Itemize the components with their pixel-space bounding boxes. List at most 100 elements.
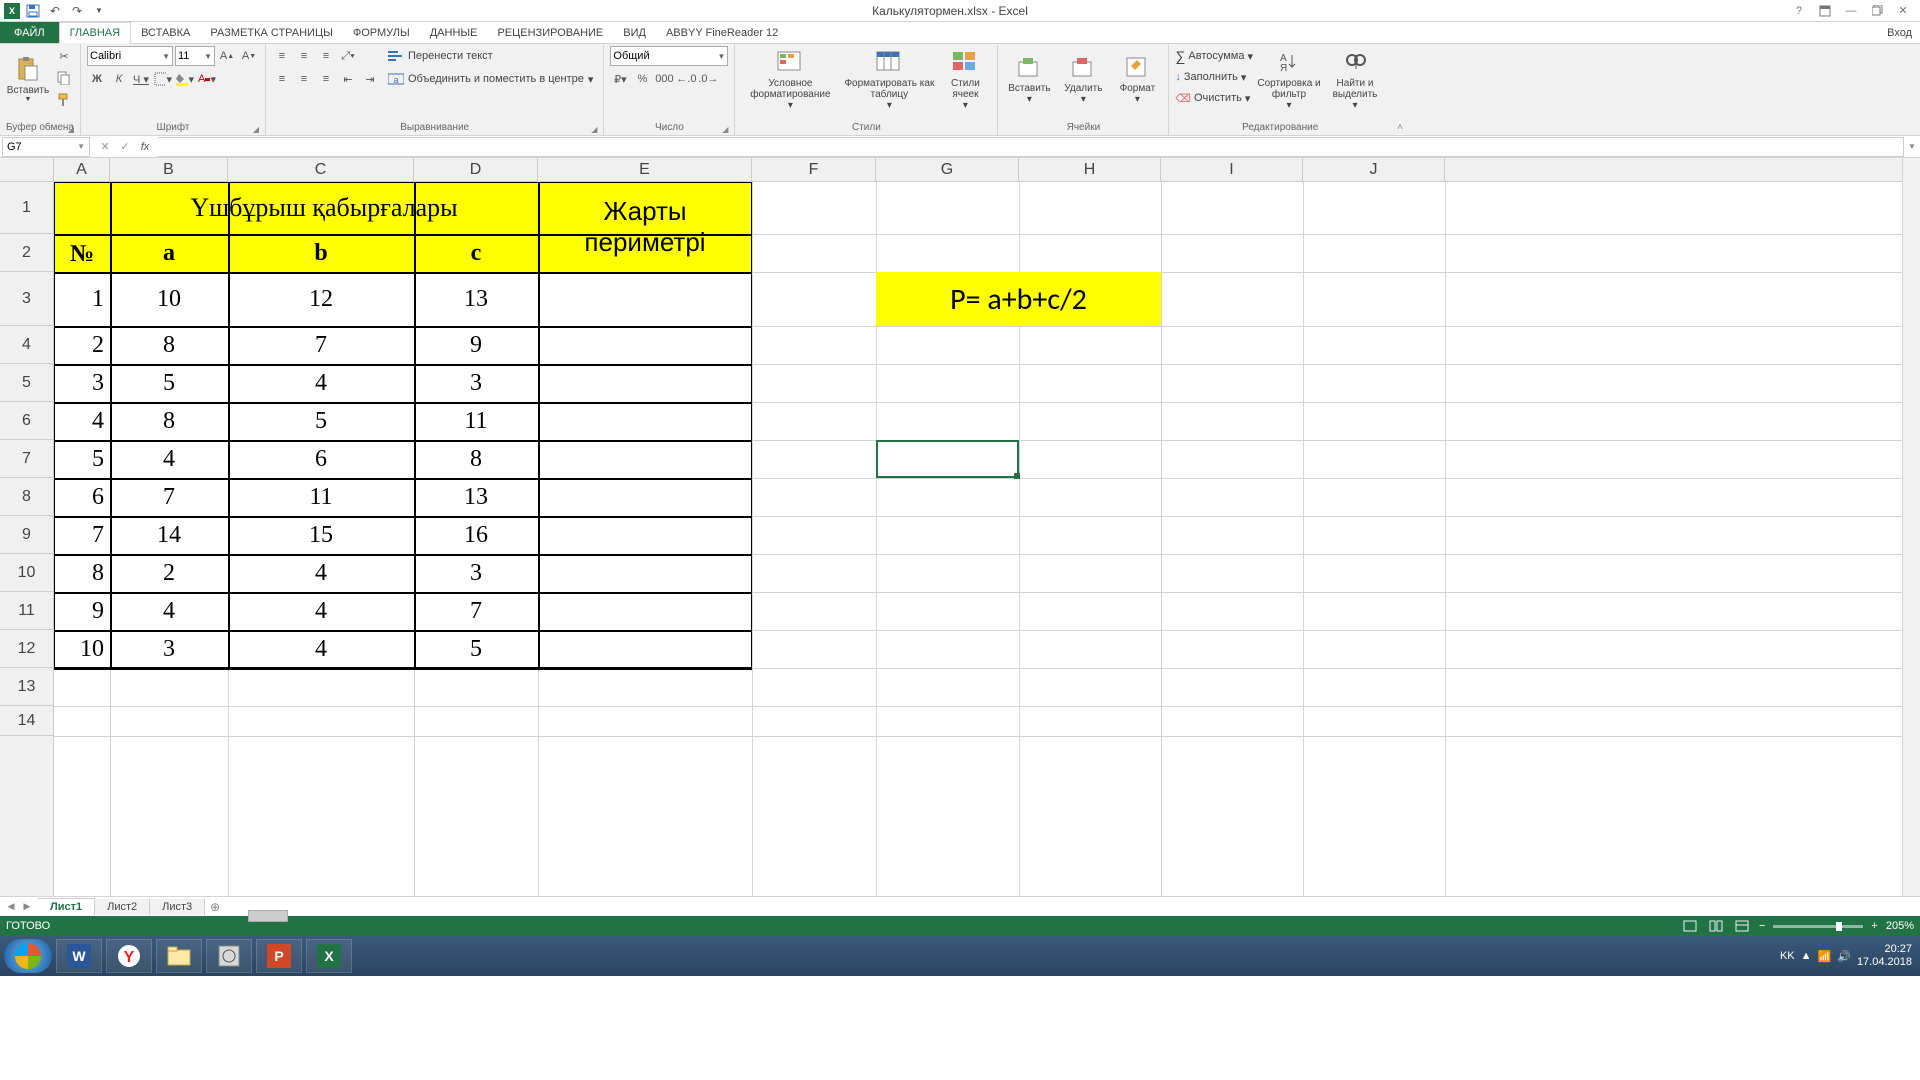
view-page-layout-icon[interactable]	[1707, 919, 1725, 933]
cell[interactable]: 11	[228, 478, 414, 516]
tray-network-icon[interactable]: 📶	[1818, 950, 1832, 963]
cell[interactable]: 4	[110, 440, 228, 478]
sheet-nav-next-icon[interactable]: ▶	[20, 900, 34, 914]
cell[interactable]: 2	[54, 326, 110, 364]
cell[interactable]: c	[414, 234, 538, 272]
zoom-slider[interactable]	[1773, 925, 1863, 928]
tray-lang[interactable]: KK	[1780, 950, 1795, 962]
cells-area[interactable]: №Үшбұрыш қабырғаларыЖартыпериметріabc110…	[54, 182, 1902, 896]
cell[interactable]: 8	[110, 402, 228, 440]
column-header[interactable]: E	[538, 158, 752, 181]
ribbon-options-icon[interactable]	[1814, 2, 1836, 20]
zoom-in-icon[interactable]: +	[1871, 920, 1877, 932]
format-cells-button[interactable]: Формат▾	[1112, 46, 1162, 112]
paste-button[interactable]: Вставить ▼	[6, 46, 50, 112]
expand-formula-bar-icon[interactable]: ▼	[1904, 142, 1920, 151]
vertical-scrollbar[interactable]	[1902, 158, 1920, 896]
tab-file[interactable]: ФАЙЛ	[0, 22, 59, 43]
save-icon[interactable]	[24, 2, 42, 20]
launcher-icon[interactable]: ◢	[68, 125, 74, 134]
cell[interactable]: 12	[228, 272, 414, 326]
cell[interactable]: 7	[414, 592, 538, 630]
row-header[interactable]: 8	[0, 478, 53, 516]
tray-volume-icon[interactable]: 🔊	[1837, 950, 1851, 963]
sheet-tab[interactable]: Лист3	[150, 899, 205, 915]
sign-in-link[interactable]: Вход	[1879, 22, 1920, 43]
cell[interactable]: 1	[54, 272, 110, 326]
undo-icon[interactable]: ↶	[46, 2, 64, 20]
formula-input[interactable]	[158, 137, 1904, 157]
cell[interactable]: 4	[228, 630, 414, 668]
name-box[interactable]: G7▼	[2, 137, 90, 157]
redo-icon[interactable]: ↷	[68, 2, 86, 20]
taskbar-explorer-icon[interactable]	[156, 939, 202, 973]
column-header[interactable]: H	[1019, 158, 1161, 181]
tab-review[interactable]: РЕЦЕНЗИРОВАНИЕ	[487, 22, 613, 43]
row-header[interactable]: 2	[0, 234, 53, 272]
format-painter-icon[interactable]	[54, 90, 74, 110]
align-top-icon[interactable]: ≡	[272, 46, 292, 66]
column-header[interactable]: B	[110, 158, 228, 181]
bold-button[interactable]: Ж	[87, 69, 107, 89]
cell[interactable]: 4	[228, 554, 414, 592]
autosum-button[interactable]: ∑Автосумма ▾	[1175, 46, 1253, 66]
font-color-icon[interactable]: A▾	[197, 69, 217, 89]
increase-indent-icon[interactable]: ⇥	[360, 69, 380, 89]
increase-decimal-icon[interactable]: ←.0	[676, 69, 696, 89]
delete-cells-button[interactable]: Удалить▾	[1058, 46, 1108, 112]
launcher-icon[interactable]: ◢	[722, 125, 728, 134]
cell[interactable]: 4	[110, 592, 228, 630]
wrap-text-button[interactable]: Перенести текст	[384, 46, 597, 66]
fx-icon[interactable]: fx	[136, 138, 154, 156]
cell[interactable]: 15	[228, 516, 414, 554]
taskbar-app1-icon[interactable]	[206, 939, 252, 973]
row-header[interactable]: 5	[0, 364, 53, 402]
decrease-font-icon[interactable]: A▼	[239, 46, 259, 66]
cell[interactable]: 5	[414, 630, 538, 668]
tab-formulas[interactable]: ФОРМУЛЫ	[343, 22, 420, 43]
taskbar-yandex-icon[interactable]: Y	[106, 939, 152, 973]
cell-styles-button[interactable]: Стили ячеек▾	[939, 46, 991, 112]
row-header[interactable]: 6	[0, 402, 53, 440]
orientation-icon[interactable]: ⤢▾	[338, 46, 358, 66]
column-header[interactable]: J	[1303, 158, 1445, 181]
cell[interactable]: 4	[54, 402, 110, 440]
restore-icon[interactable]	[1866, 2, 1888, 20]
help-icon[interactable]: ?	[1788, 2, 1810, 20]
cell[interactable]: 14	[110, 516, 228, 554]
row-header[interactable]: 13	[0, 668, 53, 706]
fill-color-icon[interactable]: ▾	[175, 69, 195, 89]
cell[interactable]: 13	[414, 272, 538, 326]
sheet-tab[interactable]: Лист1	[38, 898, 95, 915]
view-normal-icon[interactable]	[1681, 919, 1699, 933]
cell[interactable]: 16	[414, 516, 538, 554]
column-header[interactable]: A	[54, 158, 110, 181]
cell[interactable]: 7	[110, 478, 228, 516]
clear-button[interactable]: ⌫Очистить ▾	[1175, 88, 1253, 108]
copy-icon[interactable]	[54, 68, 74, 88]
cell[interactable]: 3	[54, 364, 110, 402]
conditional-formatting-button[interactable]: Условное форматирование▾	[741, 46, 839, 112]
launcher-icon[interactable]: ◢	[591, 125, 597, 134]
font-size-combo[interactable]: 11▼	[175, 46, 215, 66]
taskbar-word-icon[interactable]: W	[56, 939, 102, 973]
cut-icon[interactable]: ✂	[54, 46, 74, 66]
view-page-break-icon[interactable]	[1733, 919, 1751, 933]
align-left-icon[interactable]: ≡	[272, 69, 292, 89]
cell[interactable]: 10	[54, 630, 110, 668]
column-header[interactable]: D	[414, 158, 538, 181]
tab-data[interactable]: ДАННЫЕ	[420, 22, 488, 43]
cell[interactable]: 11	[414, 402, 538, 440]
sheet-tab[interactable]: Лист2	[95, 899, 150, 915]
close-icon[interactable]: ✕	[1892, 2, 1914, 20]
sort-filter-button[interactable]: AЯСортировка и фильтр▾	[1257, 46, 1321, 112]
cell[interactable]: 10	[110, 272, 228, 326]
column-header[interactable]: I	[1161, 158, 1303, 181]
decrease-indent-icon[interactable]: ⇤	[338, 69, 358, 89]
find-select-button[interactable]: Найти и выделить▾	[1325, 46, 1385, 112]
column-header[interactable]: C	[228, 158, 414, 181]
row-header[interactable]: 11	[0, 592, 53, 630]
cell[interactable]: 8	[54, 554, 110, 592]
cell[interactable]: 9	[414, 326, 538, 364]
cell[interactable]: a	[110, 234, 228, 272]
